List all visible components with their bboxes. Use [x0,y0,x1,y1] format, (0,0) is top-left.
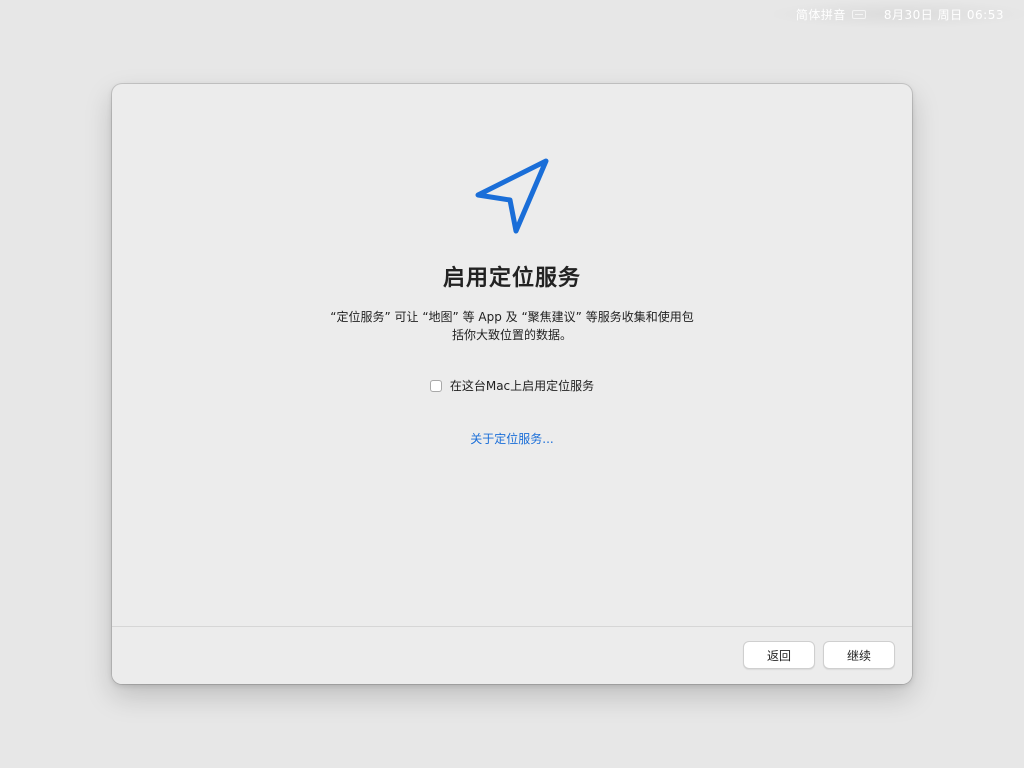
keyboard-icon[interactable] [851,9,866,19]
description-line-2: 括你大致位置的数据。 [451,328,572,342]
description-line-1: “定位服务” 可让 “地图” 等 App 及 “聚焦建议” 等服务收集和使用包 [330,310,694,324]
menu-bar: 简体拼音 8月30日 周日 06:53 [774,0,1024,28]
continue-button[interactable]: 继续 [823,641,895,669]
enable-location-label[interactable]: 在这台Mac上启用定位服务 [450,377,594,394]
setup-content: 启用定位服务 “定位服务” 可让 “地图” 等 App 及 “聚焦建议” 等服务… [112,84,912,626]
description: “定位服务” 可让 “地图” 等 App 及 “聚焦建议” 等服务收集和使用包 … [312,308,712,344]
location-arrow-icon [475,158,549,234]
about-location-services-link[interactable]: 关于定位服务... [112,430,912,447]
enable-location-row: 在这台Mac上启用定位服务 [112,377,912,394]
footer-bar: 返回 继续 [112,626,912,684]
desktop: 简体拼音 8月30日 周日 06:53 启用定位服务 “定位服务” 可让 “地图… [0,0,1024,768]
page-title: 启用定位服务 [442,266,581,291]
input-method-menu[interactable]: 简体拼音 [796,6,846,23]
menu-bar-clock[interactable]: 8月30日 周日 06:53 [884,6,1004,23]
setup-assistant-window: 启用定位服务 “定位服务” 可让 “地图” 等 App 及 “聚焦建议” 等服务… [112,84,912,684]
enable-location-checkbox[interactable] [429,379,442,392]
back-button[interactable]: 返回 [743,641,815,669]
